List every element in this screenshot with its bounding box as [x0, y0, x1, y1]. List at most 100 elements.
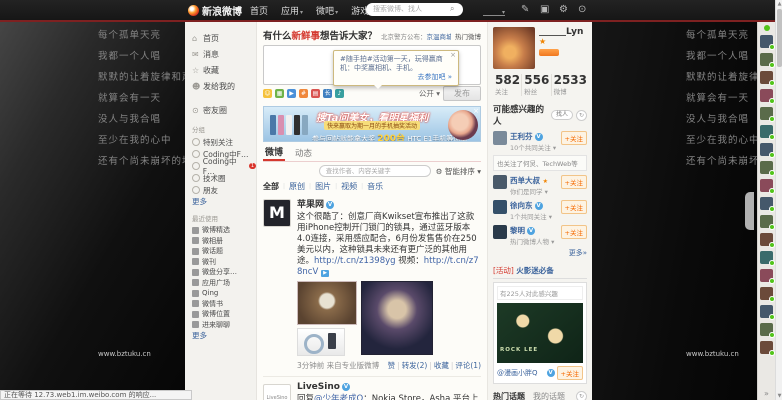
nav-apps[interactable]: 应用▾: [281, 4, 303, 17]
recommend-reason[interactable]: 你们是同学 ▾: [510, 186, 558, 196]
recommend-reason[interactable]: 1个共同关注 ▾: [510, 211, 558, 221]
global-search-input[interactable]: [366, 3, 463, 16]
im-contact-avatar[interactable]: [760, 269, 773, 282]
follow-button[interactable]: +关注: [561, 225, 587, 239]
vote-icon[interactable]: ▤: [311, 89, 320, 98]
im-contact-avatar[interactable]: [760, 143, 773, 156]
filter-video[interactable]: 视频: [341, 181, 357, 192]
im-contact-avatar[interactable]: [760, 233, 773, 246]
profile-avatar[interactable]: [493, 27, 535, 69]
panel-icon[interactable]: ▣: [540, 4, 549, 16]
im-contact-avatar[interactable]: [760, 71, 773, 84]
refresh-icon[interactable]: ↻: [576, 110, 587, 121]
mention-link[interactable]: @少年老成O: [314, 394, 363, 400]
recommend-reason[interactable]: 10个共同关注 ▾: [510, 142, 558, 152]
topic-icon[interactable]: #: [299, 89, 308, 98]
comment-action[interactable]: 评论(1): [455, 361, 481, 370]
apps-more-link[interactable]: 更多: [192, 330, 256, 341]
post-image-lock-phone[interactable]: [297, 328, 345, 356]
post-image-lock[interactable]: [297, 281, 357, 325]
follow-button[interactable]: +关注: [557, 366, 583, 380]
group-special-follow[interactable]: 特别关注: [192, 136, 256, 148]
person-name[interactable]: 黎明V: [510, 225, 558, 236]
filter-music[interactable]: 音乐: [367, 181, 383, 192]
group-friends[interactable]: 朋友: [192, 184, 256, 196]
ticker-link[interactable]: 京温商城女孩系自主坠亡排除刑事嫌疑: [427, 33, 451, 41]
dock-collapse-icon[interactable]: »: [764, 389, 769, 398]
im-contact-avatar[interactable]: [760, 287, 773, 300]
post-author[interactable]: LiveSinoV: [297, 382, 481, 392]
logout-power-icon[interactable]: ⊙: [578, 4, 586, 16]
recommend-more-link[interactable]: 更多»: [493, 248, 587, 258]
find-people-button[interactable]: 找人: [551, 110, 573, 120]
music-icon[interactable]: ♪: [335, 89, 344, 98]
person-name[interactable]: 西单大叔 ★: [510, 175, 558, 186]
scroll-up-arrow[interactable]: ▲: [776, 0, 782, 8]
like-action[interactable]: 赞: [388, 361, 396, 370]
filter-images[interactable]: 图片: [315, 181, 331, 192]
tooltip-link[interactable]: 去参加吧 »: [340, 73, 452, 82]
im-contact-avatar[interactable]: [760, 179, 773, 192]
vertical-scrollbar[interactable]: ▲ ▼: [775, 0, 782, 400]
post-video-thumbnail[interactable]: [361, 281, 433, 355]
sidebar-item-close-friends[interactable]: ⊙密友圈: [192, 102, 256, 118]
nav-home[interactable]: 首页: [250, 4, 268, 17]
smart-sort-dropdown[interactable]: ⚙ 智能排序 ▾: [436, 166, 481, 177]
app-weibo-featured[interactable]: 微博精选: [192, 225, 256, 236]
online-status-dot[interactable]: [764, 25, 770, 31]
dock-collapse-handle[interactable]: [745, 192, 754, 230]
post-time[interactable]: 3分钟前: [297, 361, 324, 370]
app-love-letter[interactable]: 微情书: [192, 299, 256, 310]
im-contact-avatar[interactable]: [760, 53, 773, 66]
app-location[interactable]: 微博位置: [192, 309, 256, 320]
person-name[interactable]: 王利芬V: [510, 131, 558, 142]
app-vdisk[interactable]: 微盘分享…: [192, 267, 256, 278]
app-square[interactable]: 应用广场: [192, 278, 256, 289]
search-icon[interactable]: ⌕: [450, 4, 454, 14]
im-contact-avatar[interactable]: [760, 323, 773, 336]
ad-banner[interactable]: × 搜Ta问美女，看明星福利 快来赢取为期一月的手机抽奖活动 参与回帖就能拿大奖…: [263, 106, 481, 142]
post-author[interactable]: 苹果网V: [297, 197, 481, 210]
tab-weibo[interactable]: 微博: [263, 145, 285, 161]
tab-activity[interactable]: 动态: [295, 147, 312, 161]
repost-action[interactable]: 转发(2): [402, 361, 428, 370]
app-weikan[interactable]: 微刊: [192, 257, 256, 268]
longweibo-icon[interactable]: 长: [323, 89, 332, 98]
stat-followers[interactable]: 556粉丝: [522, 74, 551, 96]
stat-posts[interactable]: 2533微博: [552, 74, 587, 96]
favorite-action[interactable]: 收藏: [434, 361, 449, 370]
sidebar-item-home[interactable]: ⌂首页: [192, 30, 256, 46]
activity-title-link[interactable]: 火影迷必备: [516, 266, 554, 275]
tab-hot-topics[interactable]: 热门话题: [493, 391, 525, 400]
sidebar-item-mentions[interactable]: ☻发给我的: [192, 78, 256, 94]
scrollbar-thumb[interactable]: [777, 9, 782, 67]
im-contact-avatar[interactable]: [760, 251, 773, 264]
video-icon[interactable]: ▶: [287, 89, 296, 98]
follow-button[interactable]: +关注: [561, 131, 587, 145]
im-contact-avatar[interactable]: [760, 35, 773, 48]
feed-search-input[interactable]: [319, 165, 431, 177]
hot-weibo-link[interactable]: 热门微博: [455, 31, 481, 41]
avatar[interactable]: [493, 131, 507, 145]
avatar[interactable]: [493, 225, 507, 239]
im-contact-avatar[interactable]: [760, 107, 773, 120]
im-contact-avatar[interactable]: [760, 305, 773, 318]
post-link[interactable]: http://t.cn/z1398yg: [314, 256, 396, 266]
close-icon[interactable]: ×: [450, 51, 456, 60]
im-contact-avatar[interactable]: [760, 341, 773, 354]
filter-all[interactable]: 全部: [263, 181, 279, 192]
user-menu[interactable]: ▾: [483, 11, 505, 16]
emoticon-icon[interactable]: ☺: [263, 89, 272, 98]
filter-original[interactable]: 原创: [289, 181, 305, 192]
person-name[interactable]: 徐向东V: [510, 200, 558, 211]
nav-weiba[interactable]: 微吧▾: [316, 4, 338, 17]
avatar[interactable]: [493, 175, 507, 189]
settings-gear-icon[interactable]: ⚙: [559, 4, 568, 16]
sidebar-item-messages[interactable]: ✉消息: [192, 46, 256, 62]
stat-following[interactable]: 582关注: [493, 74, 522, 96]
im-contact-avatar[interactable]: [760, 89, 773, 102]
visibility-dropdown[interactable]: 公开 ▾: [419, 88, 440, 99]
tab-my-topics[interactable]: 我的话题: [533, 391, 568, 400]
image-icon[interactable]: ▦: [275, 89, 284, 98]
sidebar-item-favorites[interactable]: ☆收藏: [192, 62, 256, 78]
